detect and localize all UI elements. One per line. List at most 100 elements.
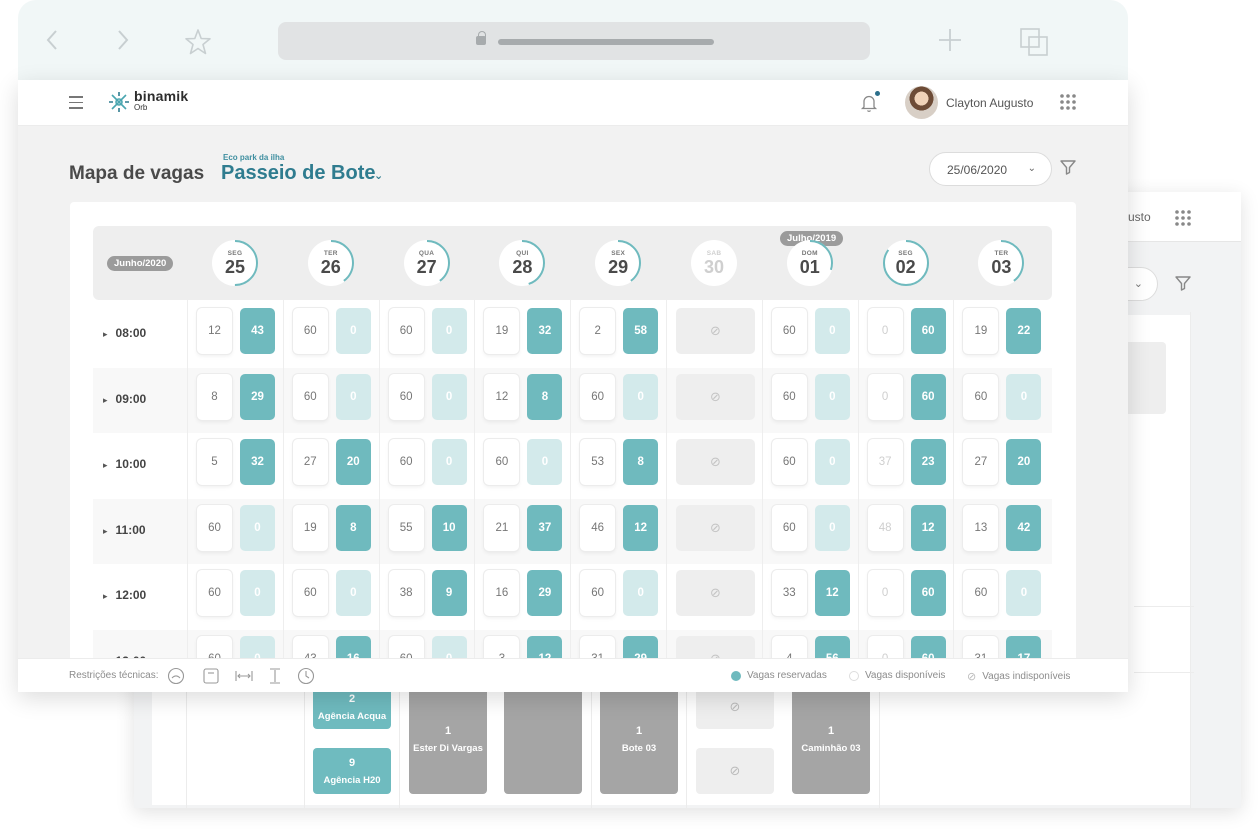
available-slots-cell[interactable]: 60 xyxy=(292,570,328,616)
day-header-28[interactable]: QUI 28 xyxy=(497,238,547,288)
reserved-slots-cell[interactable]: 0 xyxy=(240,570,275,616)
reserved-slots-cell[interactable]: 22 xyxy=(1006,308,1042,354)
reserved-slots-cell[interactable]: 10 xyxy=(431,504,467,551)
available-slots-cell[interactable]: 60 xyxy=(388,439,424,485)
day-header-30[interactable]: SAB 30 xyxy=(689,238,739,288)
reserved-slots-cell[interactable]: 60 xyxy=(910,308,946,354)
bg-slot[interactable]: 1 Bote 03 xyxy=(600,685,678,794)
available-slots-cell[interactable]: 60 xyxy=(963,373,999,420)
reserved-slots-cell[interactable]: 9 xyxy=(431,570,467,616)
available-slots-cell[interactable]: 19 xyxy=(292,504,328,551)
reserved-slots-cell[interactable]: 0 xyxy=(431,439,467,485)
reserved-slots-cell[interactable]: 12 xyxy=(910,504,946,551)
day-header-26[interactable]: TER 26 xyxy=(306,238,356,288)
reserved-slots-cell[interactable]: 8 xyxy=(335,504,371,551)
day-header-01[interactable]: DOM 01 xyxy=(785,238,835,288)
star-icon[interactable] xyxy=(184,28,212,56)
back-icon[interactable] xyxy=(44,28,60,52)
available-slots-cell[interactable]: 37 xyxy=(867,439,903,485)
bg-slot[interactable] xyxy=(504,685,582,794)
avatar[interactable] xyxy=(905,86,938,119)
reserved-slots-cell[interactable]: 20 xyxy=(335,439,371,485)
time-label[interactable]: 11:00 xyxy=(103,523,146,537)
reserved-slots-cell[interactable]: 0 xyxy=(623,570,659,616)
available-slots-cell[interactable]: 60 xyxy=(771,308,807,354)
available-slots-cell[interactable]: 48 xyxy=(867,504,903,551)
available-slots-cell[interactable]: 12 xyxy=(197,308,232,354)
reserved-slots-cell[interactable]: 58 xyxy=(623,308,659,354)
chevron-down-icon[interactable]: ⌄ xyxy=(374,169,383,182)
available-slots-cell[interactable]: 60 xyxy=(197,504,232,551)
reserved-slots-cell[interactable]: 42 xyxy=(1006,504,1042,551)
reserved-slots-cell[interactable]: 12 xyxy=(623,504,659,551)
available-slots-cell[interactable]: 60 xyxy=(197,570,232,616)
available-slots-cell[interactable]: 53 xyxy=(580,439,616,485)
reserved-slots-cell[interactable]: 0 xyxy=(1006,570,1042,616)
reserved-slots-cell[interactable]: 0 xyxy=(1006,373,1042,420)
reserved-slots-cell[interactable]: 0 xyxy=(335,308,371,354)
available-slots-cell[interactable]: 5 xyxy=(197,439,232,485)
available-slots-cell[interactable]: 12 xyxy=(484,373,520,420)
reserved-slots-cell[interactable]: 23 xyxy=(910,439,946,485)
available-slots-cell[interactable]: 0 xyxy=(867,308,903,354)
bg-slot[interactable]: 1 Caminhão 03 xyxy=(792,685,870,794)
available-slots-cell[interactable]: 38 xyxy=(388,570,424,616)
available-slots-cell[interactable]: 27 xyxy=(292,439,328,485)
reserved-slots-cell[interactable]: 0 xyxy=(814,504,850,551)
day-header-03[interactable]: TER 03 xyxy=(976,238,1026,288)
available-slots-cell[interactable]: 60 xyxy=(388,373,424,420)
reserved-slots-cell[interactable]: 8 xyxy=(527,373,563,420)
bell-icon[interactable] xyxy=(860,93,878,113)
reserved-slots-cell[interactable]: 8 xyxy=(623,439,659,485)
reserved-slots-cell[interactable]: 0 xyxy=(335,373,371,420)
time-label[interactable]: 08:00 xyxy=(103,326,147,340)
reserved-slots-cell[interactable]: 0 xyxy=(814,373,850,420)
available-slots-cell[interactable]: 13 xyxy=(963,504,999,551)
filter-icon[interactable] xyxy=(1174,274,1192,292)
apps-grid-icon[interactable] xyxy=(1174,209,1192,227)
available-slots-cell[interactable]: 60 xyxy=(388,308,424,354)
reserved-slots-cell[interactable]: 29 xyxy=(240,373,275,420)
available-slots-cell[interactable]: 60 xyxy=(771,504,807,551)
available-slots-cell[interactable]: 60 xyxy=(292,373,328,420)
project-selector[interactable]: Passeio de Bote xyxy=(221,162,376,185)
available-slots-cell[interactable]: 60 xyxy=(580,570,616,616)
logo[interactable]: binamik Orb xyxy=(108,89,188,113)
reserved-slots-cell[interactable]: 12 xyxy=(814,570,850,616)
filter-icon[interactable] xyxy=(1059,158,1077,176)
reserved-slots-cell[interactable]: 0 xyxy=(814,439,850,485)
time-label[interactable]: 10:00 xyxy=(103,457,147,471)
reserved-slots-cell[interactable]: 43 xyxy=(240,308,275,354)
available-slots-cell[interactable]: 0 xyxy=(867,373,903,420)
day-header-25[interactable]: SEG 25 xyxy=(210,238,260,288)
user-name[interactable]: Clayton Augusto xyxy=(946,96,1033,110)
apps-grid-icon[interactable] xyxy=(1059,93,1077,111)
reserved-slots-cell[interactable]: 29 xyxy=(527,570,563,616)
available-slots-cell[interactable]: 60 xyxy=(484,439,520,485)
reserved-slots-cell[interactable]: 0 xyxy=(335,570,371,616)
forward-icon[interactable] xyxy=(115,28,131,52)
available-slots-cell[interactable]: 16 xyxy=(484,570,520,616)
reserved-slots-cell[interactable]: 32 xyxy=(240,439,275,485)
available-slots-cell[interactable]: 60 xyxy=(580,373,616,420)
date-picker[interactable]: 25/06/2020 ⌄ xyxy=(929,152,1052,186)
url-bar[interactable] xyxy=(278,22,870,60)
reserved-slots-cell[interactable]: 0 xyxy=(431,373,467,420)
available-slots-cell[interactable]: 60 xyxy=(771,439,807,485)
plus-icon[interactable] xyxy=(937,27,963,53)
available-slots-cell[interactable]: 60 xyxy=(771,373,807,420)
available-slots-cell[interactable]: 19 xyxy=(963,308,999,354)
reserved-slots-cell[interactable]: 32 xyxy=(527,308,563,354)
available-slots-cell[interactable]: 33 xyxy=(771,570,807,616)
available-slots-cell[interactable]: 19 xyxy=(484,308,520,354)
available-slots-cell[interactable]: 21 xyxy=(484,504,520,551)
time-label[interactable]: 09:00 xyxy=(103,392,147,406)
reserved-slots-cell[interactable]: 0 xyxy=(431,308,467,354)
available-slots-cell[interactable]: 0 xyxy=(867,570,903,616)
reserved-slots-cell[interactable]: 60 xyxy=(910,373,946,420)
day-header-29[interactable]: SEX 29 xyxy=(593,238,643,288)
reserved-slots-cell[interactable]: 37 xyxy=(527,504,563,551)
reserved-slots-cell[interactable]: 0 xyxy=(240,504,275,551)
reserved-slots-cell[interactable]: 0 xyxy=(623,373,659,420)
reserved-slots-cell[interactable]: 0 xyxy=(814,308,850,354)
